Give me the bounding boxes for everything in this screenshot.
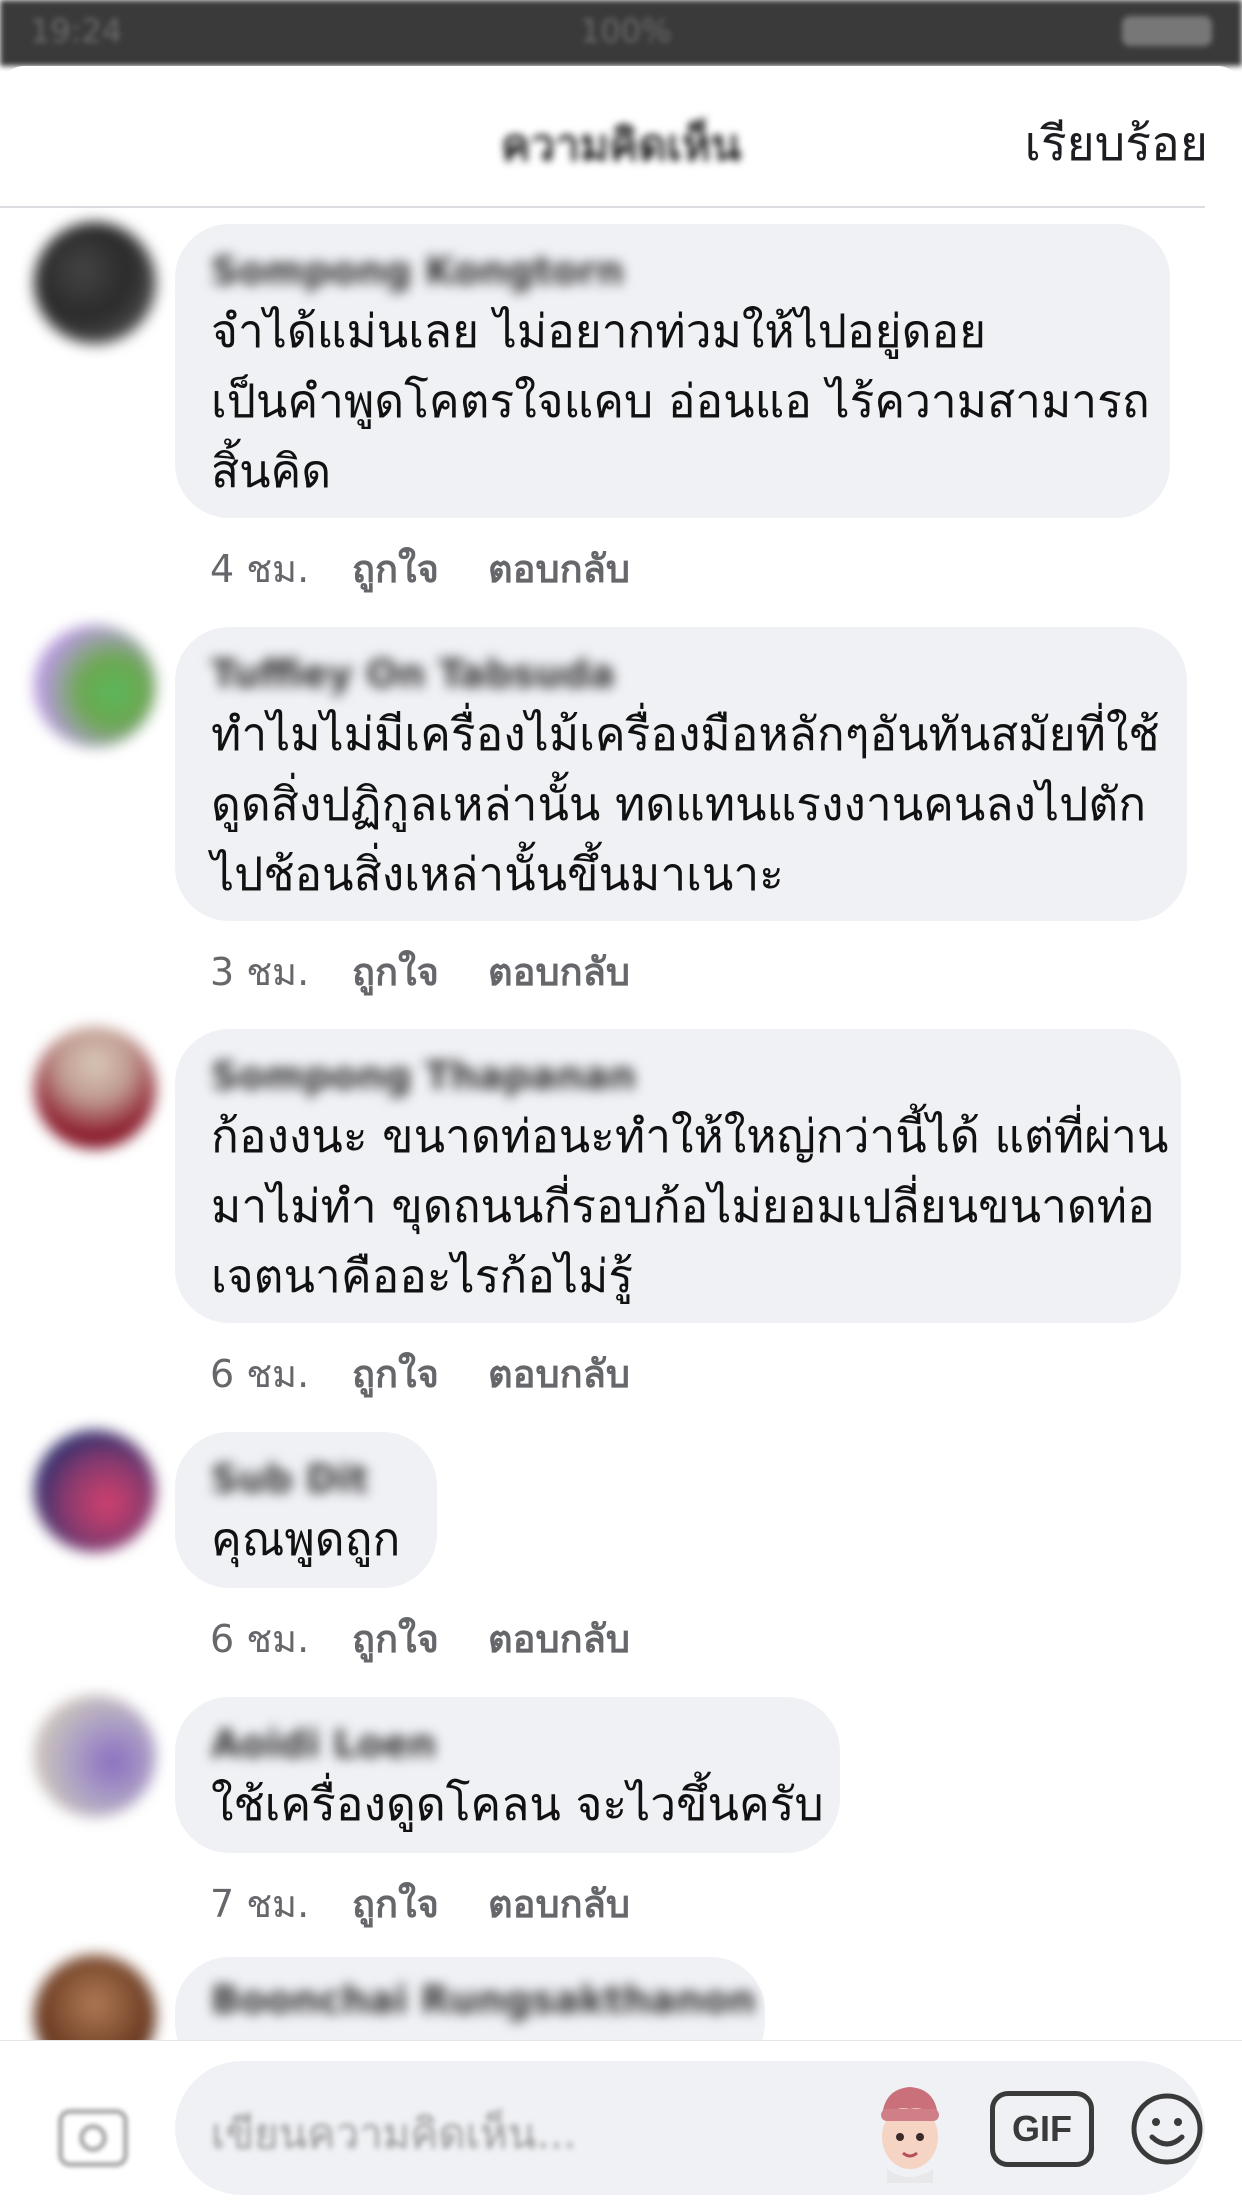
comment-text-line: มาไม่ทำ ขุดถนนกี่รอบก้อไม่ยอมเปลี่ยนขนาด… [211,1179,1155,1233]
like-button[interactable]: ถูกใจ [352,1608,488,1669]
comment-author[interactable]: Sompong Kongtorn [211,246,1132,296]
comment-bubble: Sub Dit คุณพูดถูก [175,1432,437,1588]
emoji-icon[interactable] [1127,2089,1207,2169]
done-button[interactable]: เรียบร้อย [1024,106,1208,182]
reply-button[interactable]: ตอบกลับ [488,1343,630,1404]
status-bar: 19:24 100% [0,0,1242,66]
like-button[interactable]: ถูกใจ [352,538,488,599]
comment-text-line: จำได้แม่นเลย ไม่อยากท่วมให้ไปอยู่ดอย [211,304,987,358]
header-divider [0,206,1205,208]
comment-bubble: Sompong Kongtorn จำได้แม่นเลย ไม่อยากท่ว… [175,224,1170,518]
comment-time: 3 ชม. [210,950,310,994]
reply-button[interactable]: ตอบกลับ [488,1873,630,1934]
comment-time: 6 ชม. [210,1617,310,1661]
comment-text-line: ใช้เครื่องดูดโคลน จะไวขึ้นครับ [211,1777,824,1831]
comment-author[interactable]: Sompong Thapanan [211,1051,1143,1101]
comment-text-line: ก้องงนะ ขนาดท่อนะทำให้ใหญ่กว่านี้ได้ แต่… [211,1109,1169,1163]
avatar[interactable] [34,1430,156,1552]
camera-icon[interactable] [58,2109,128,2167]
reply-button[interactable]: ตอบกลับ [488,1608,630,1669]
comment-input[interactable]: เขียนความคิดเห็น... GIF [175,2061,1205,2195]
comment-time: 6 ชม. [210,1352,310,1396]
comment-meta: 6 ชม. ถูกใจ ตอบกลับ [210,1608,630,1669]
avatar-sticker-icon[interactable] [873,2075,947,2183]
like-button[interactable]: ถูกใจ [352,1343,488,1404]
comment-author[interactable]: Sub Dit [211,1454,399,1504]
comment-meta: 4 ชม. ถูกใจ ตอบกลับ [210,538,630,599]
avatar[interactable] [34,222,156,344]
comment-author[interactable]: Boonchai Rungsakthanon [211,1975,756,2025]
comment-author[interactable]: Tuffiey On Tabsuda [211,649,1149,699]
like-button[interactable]: ถูกใจ [352,1873,488,1934]
avatar[interactable] [34,1027,156,1149]
avatar[interactable] [34,1695,156,1817]
comment-bubble: Sompong Thapanan ก้องงนะ ขนาดท่อนะทำให้ใ… [175,1029,1181,1323]
reply-button[interactable]: ตอบกลับ [488,941,630,1002]
avatar[interactable] [34,625,156,747]
comment-bubble: Tuffiey On Tabsuda ทำไมไม่มีเครื่องไม้เค… [175,627,1187,921]
comment-text-line: เป็นคำพูดโคตรใจแคบ อ่อนแอ ไร้ความสามารถ [211,374,1150,428]
comment-meta: 7 ชม. ถูกใจ ตอบกลับ [210,1873,630,1934]
comment-input-placeholder: เขียนความคิดเห็น... [211,2109,577,2158]
comment-text-line: ดูดสิ่งปฏิกูลเหล่านั้น ทดแทนแรงงานคนลงไป… [211,777,1147,831]
reply-button[interactable]: ตอบกลับ [488,538,630,599]
like-button[interactable]: ถูกใจ [352,941,488,1002]
comment-meta: 3 ชม. ถูกใจ ตอบกลับ [210,941,630,1002]
comment-text-line: คุณพูดถูก [211,1512,401,1566]
comments-header: ความคิดเห็น เรียบร้อย [0,66,1242,206]
comment-composer: เขียนความคิดเห็น... GIF [0,2040,1242,2209]
comment-text-line: ทำไมไม่มีเครื่องไม้เครื่องมือหลักๆอันทัน… [211,707,1160,761]
comment-time: 4 ชม. [210,547,310,591]
comment-text-line: เจตนาคืออะไรก้อไม่รู้ [211,1249,634,1303]
gif-button[interactable]: GIF [990,2091,1094,2167]
battery-icon [1122,16,1212,46]
comment-author[interactable]: Aoidi Loen [211,1719,802,1769]
comment-time: 7 ชม. [210,1882,310,1926]
status-battery-text: 100% [580,12,672,50]
comment-text-line: สิ้นคิด [211,444,332,498]
comment-bubble: Aoidi Loen ใช้เครื่องดูดโคลน จะไวขึ้นครั… [175,1697,840,1853]
comment-meta: 6 ชม. ถูกใจ ตอบกลับ [210,1343,630,1404]
comment-text-line: ไปช้อนสิ่งเหล่านั้นขึ้นมาเนาะ [211,847,784,901]
status-time: 19:24 [30,12,123,50]
